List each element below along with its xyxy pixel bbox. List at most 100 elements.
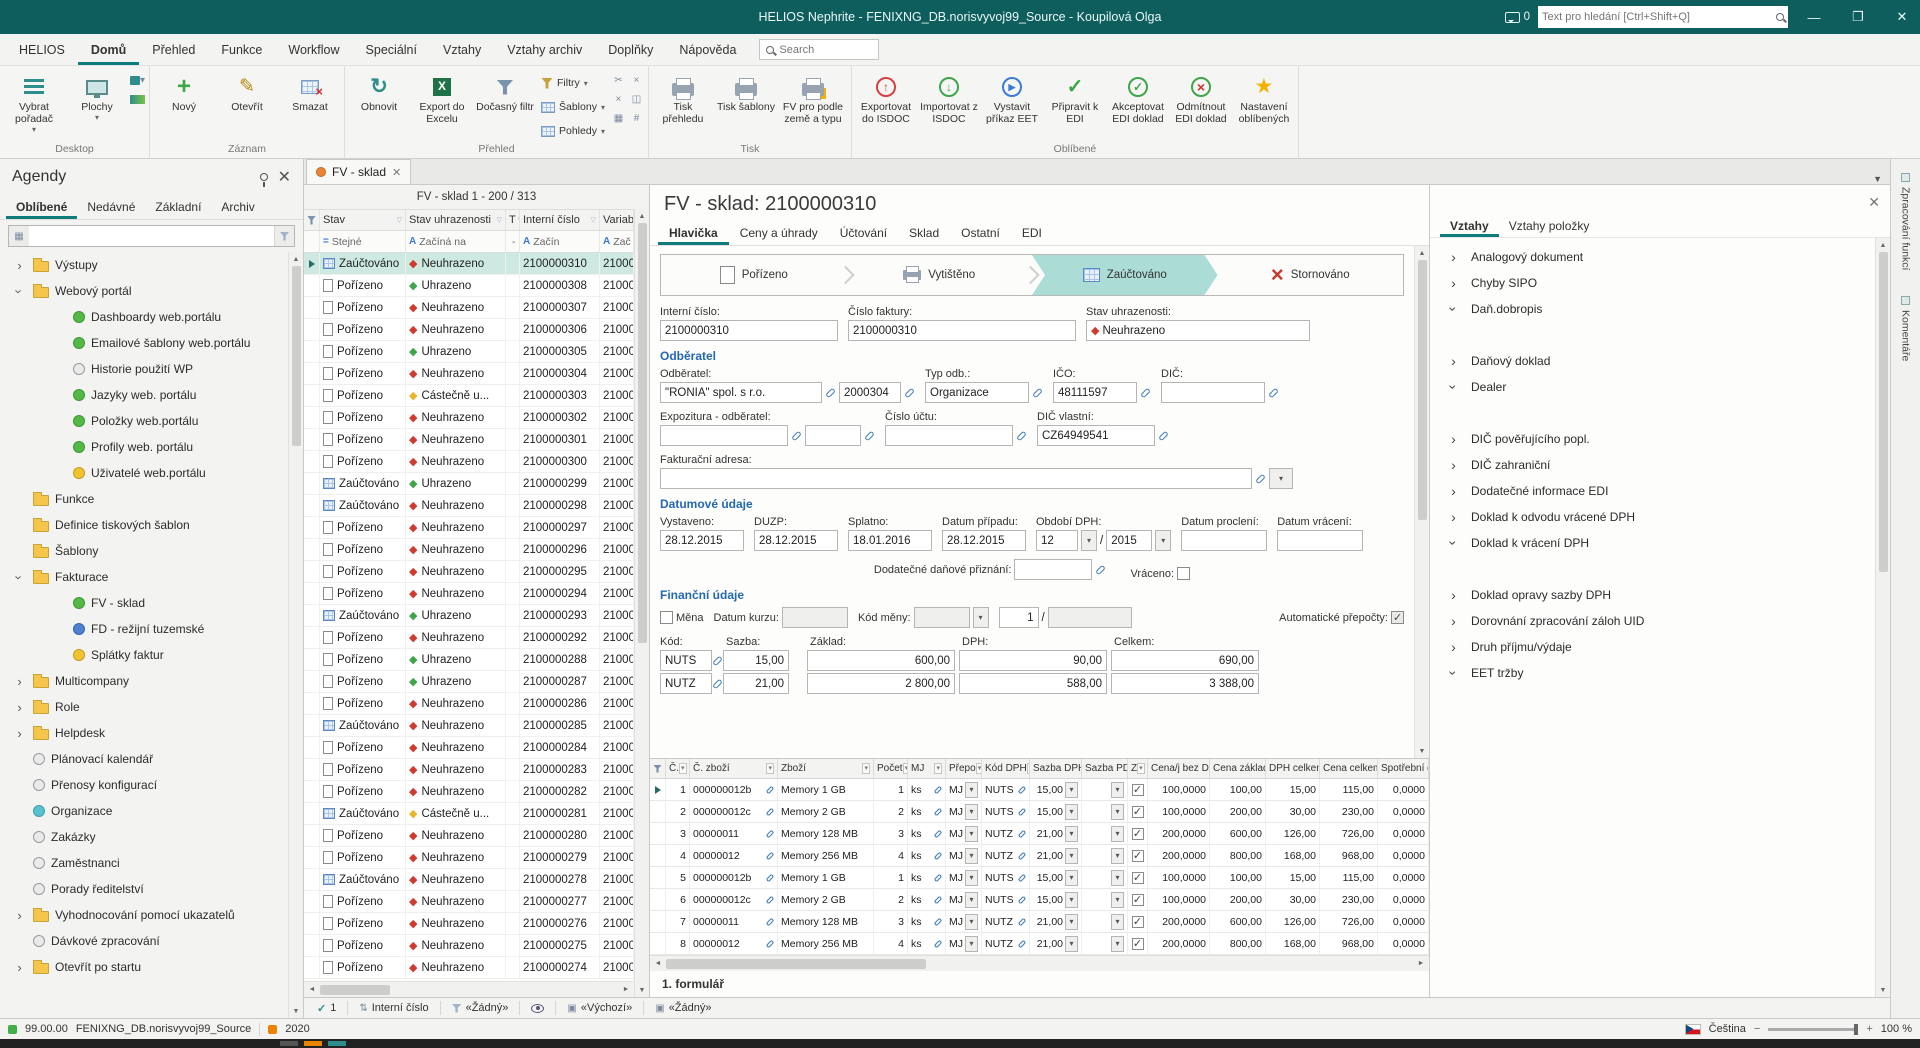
link-icon[interactable] <box>1255 473 1266 484</box>
items-column-header[interactable]: Kód DPH <box>982 759 1030 778</box>
tax-zaklad-cell[interactable]: 600,00 <box>807 650 955 671</box>
cislo-uctu-field[interactable] <box>885 425 1013 446</box>
grid-filter-cell[interactable] <box>304 231 320 252</box>
vraceno-checkbox[interactable] <box>1177 567 1190 580</box>
tree-item[interactable]: Dashboardy web.portálu <box>0 304 288 330</box>
table-row[interactable]: Zaúčtováno Částečně u... 2100000281 2100… <box>304 803 634 825</box>
page-indicator[interactable]: ✓1 <box>312 998 341 1018</box>
grid-column-header[interactable] <box>304 210 320 230</box>
maximize-button[interactable]: ❐ <box>1840 0 1876 34</box>
view2-indicator[interactable]: ▣«Žádný» <box>650 998 716 1018</box>
dic-vlastni-field[interactable]: CZ64949541 <box>1037 425 1155 446</box>
accept-edi-button[interactable]: ✓ Akceptovat EDI doklad <box>1107 68 1169 142</box>
dropdown-icon[interactable] <box>965 870 978 886</box>
auto-prepocty-checkbox[interactable] <box>1391 611 1404 624</box>
tree-item[interactable]: Fakturace <box>0 564 288 590</box>
link-icon[interactable] <box>825 387 836 398</box>
global-search[interactable] <box>1538 6 1788 28</box>
table-row[interactable]: Pořízeno Neuhrazeno 2100000301 210000 <box>304 429 634 451</box>
item-row[interactable]: 4 00000012 Memory 256 MB 4 ks MJ NUTZ 21… <box>650 845 1429 867</box>
ribbon-search[interactable] <box>759 39 879 60</box>
items-column-header[interactable]: Sazba PDP <box>1082 759 1128 778</box>
items-column-header[interactable]: MJ <box>908 759 946 778</box>
link-icon[interactable] <box>766 939 774 947</box>
item-row[interactable]: 7 00000011 Memory 128 MB 3 ks MJ NUTZ 21… <box>650 911 1429 933</box>
table-row[interactable]: Pořízeno Uhrazeno 2100000287 210000 <box>304 671 634 693</box>
table-row[interactable]: Pořízeno Neuhrazeno 2100000284 210000 <box>304 737 634 759</box>
table-row[interactable]: Pořízeno Neuhrazeno 2100000295 210000 <box>304 561 634 583</box>
menu-item[interactable]: Doplňky <box>595 34 666 65</box>
dropdown-icon[interactable] <box>1111 848 1124 864</box>
side-tab-zpracovani-funkci[interactable]: Zpracování funkcí <box>1900 173 1912 270</box>
relation-chevron-icon[interactable] <box>1446 665 1461 681</box>
tree-item[interactable]: FV - sklad <box>0 590 288 616</box>
link-icon[interactable] <box>934 829 942 837</box>
eet-button[interactable]: ▶ Vystavit příkaz EET <box>981 68 1043 142</box>
menu-item[interactable]: Workflow <box>275 34 352 65</box>
detail-tab[interactable]: Hlavička <box>658 221 729 245</box>
kurz-field[interactable]: 1 <box>999 607 1039 628</box>
export-isdoc-button[interactable]: ↑ Exportovat do ISDOC <box>855 68 917 142</box>
odberatel-field[interactable]: "RONIA" spol. s r.o. <box>660 382 822 403</box>
menu-item[interactable]: Domů <box>78 34 139 65</box>
tax-celkem-cell[interactable]: 690,00 <box>1111 650 1259 671</box>
detail-tab[interactable]: Sklad <box>898 221 950 245</box>
language-label[interactable]: Čeština <box>1709 1023 1746 1035</box>
tree-item[interactable]: Multicompany <box>0 668 288 694</box>
views-button[interactable]: Pohledy▾ <box>537 120 609 142</box>
z-checkbox[interactable] <box>1132 894 1144 906</box>
reject-edi-button[interactable]: × Odmítnout EDI doklad <box>1170 68 1232 142</box>
close-view-button[interactable]: × <box>628 72 645 89</box>
splatno-field[interactable]: 18.01.2016 <box>848 530 932 551</box>
table-row[interactable]: Pořízeno Neuhrazeno 2100000296 210000 <box>304 539 634 561</box>
link-icon[interactable] <box>934 895 942 903</box>
count-button[interactable]: # <box>628 110 645 127</box>
relation-item[interactable]: EET tržby <box>1430 660 1875 686</box>
link-icon[interactable] <box>864 430 875 441</box>
chat-button[interactable]: 0 <box>1505 11 1530 23</box>
table-row[interactable]: Pořízeno Neuhrazeno 2100000304 210000 <box>304 363 634 385</box>
cut-button[interactable]: ✂ <box>610 72 627 89</box>
table-row[interactable]: Pořízeno Neuhrazeno 2100000302 210000 <box>304 407 634 429</box>
tree-item[interactable]: Role <box>0 694 288 720</box>
temp-filter-button[interactable]: Dočasný filtr <box>474 68 536 142</box>
link-icon[interactable] <box>1016 430 1027 441</box>
table-row[interactable]: Pořízeno Uhrazeno 2100000308 210000 <box>304 275 634 297</box>
items-column-header[interactable]: Sazba DPH <box>1030 759 1082 778</box>
odberatel-code-field[interactable]: 2000304 <box>839 382 901 403</box>
grid-filter-cell[interactable]: A Začín <box>520 231 600 252</box>
obdobi-rok-field[interactable]: 2015 <box>1106 530 1152 551</box>
close-button[interactable]: ✕ <box>1884 0 1920 34</box>
sidebar-tab[interactable]: Základní <box>145 195 211 219</box>
tree-item[interactable]: Plánovací kalendář <box>0 746 288 772</box>
link-icon[interactable] <box>1018 873 1026 881</box>
sidebar-close-icon[interactable]: ✕ <box>278 167 291 187</box>
tree-item[interactable]: Položky web.portálu <box>0 408 288 434</box>
relation-item[interactable]: Daň.dobropis <box>1430 296 1875 322</box>
link-icon[interactable] <box>934 939 942 947</box>
table-row[interactable]: Pořízeno Neuhrazeno 2100000283 210000 <box>304 759 634 781</box>
datum-vraceni-field[interactable] <box>1277 530 1363 551</box>
link-icon[interactable] <box>1018 895 1026 903</box>
kurz-mnozstvi-field[interactable] <box>1048 607 1132 628</box>
z-checkbox[interactable] <box>1132 850 1144 862</box>
items-column-header[interactable]: DPH celkem <box>1266 759 1320 778</box>
filters-button[interactable]: Filtry▾ <box>537 72 609 94</box>
export-excel-button[interactable]: X Export do Excelu <box>411 68 473 142</box>
tree-item[interactable]: Emailové šablony web.portálu <box>0 330 288 356</box>
tree-item[interactable]: Dávkové zpracování <box>0 928 288 954</box>
tree-chevron-icon[interactable] <box>12 284 27 299</box>
kod-meny-field[interactable] <box>914 607 970 628</box>
table-row[interactable]: Zaúčtováno Uhrazeno 2100000299 210000 <box>304 473 634 495</box>
dropdown-icon[interactable] <box>1111 914 1124 930</box>
tax-dph-cell[interactable]: 90,00 <box>959 650 1107 671</box>
detail-tab[interactable]: Ceny a úhrady <box>729 221 829 245</box>
tree-item[interactable]: Profily web. portálu <box>0 434 288 460</box>
dropdown-icon[interactable] <box>1111 826 1124 842</box>
grid-column-header[interactable]: Interní číslo <box>520 210 600 230</box>
z-checkbox[interactable] <box>1132 828 1144 840</box>
items-column-header[interactable]: Cena základ <box>1210 759 1266 778</box>
dropdown-icon[interactable] <box>965 782 978 798</box>
tree-item[interactable]: Organizace <box>0 798 288 824</box>
filter-funnel-icon[interactable] <box>274 226 294 246</box>
